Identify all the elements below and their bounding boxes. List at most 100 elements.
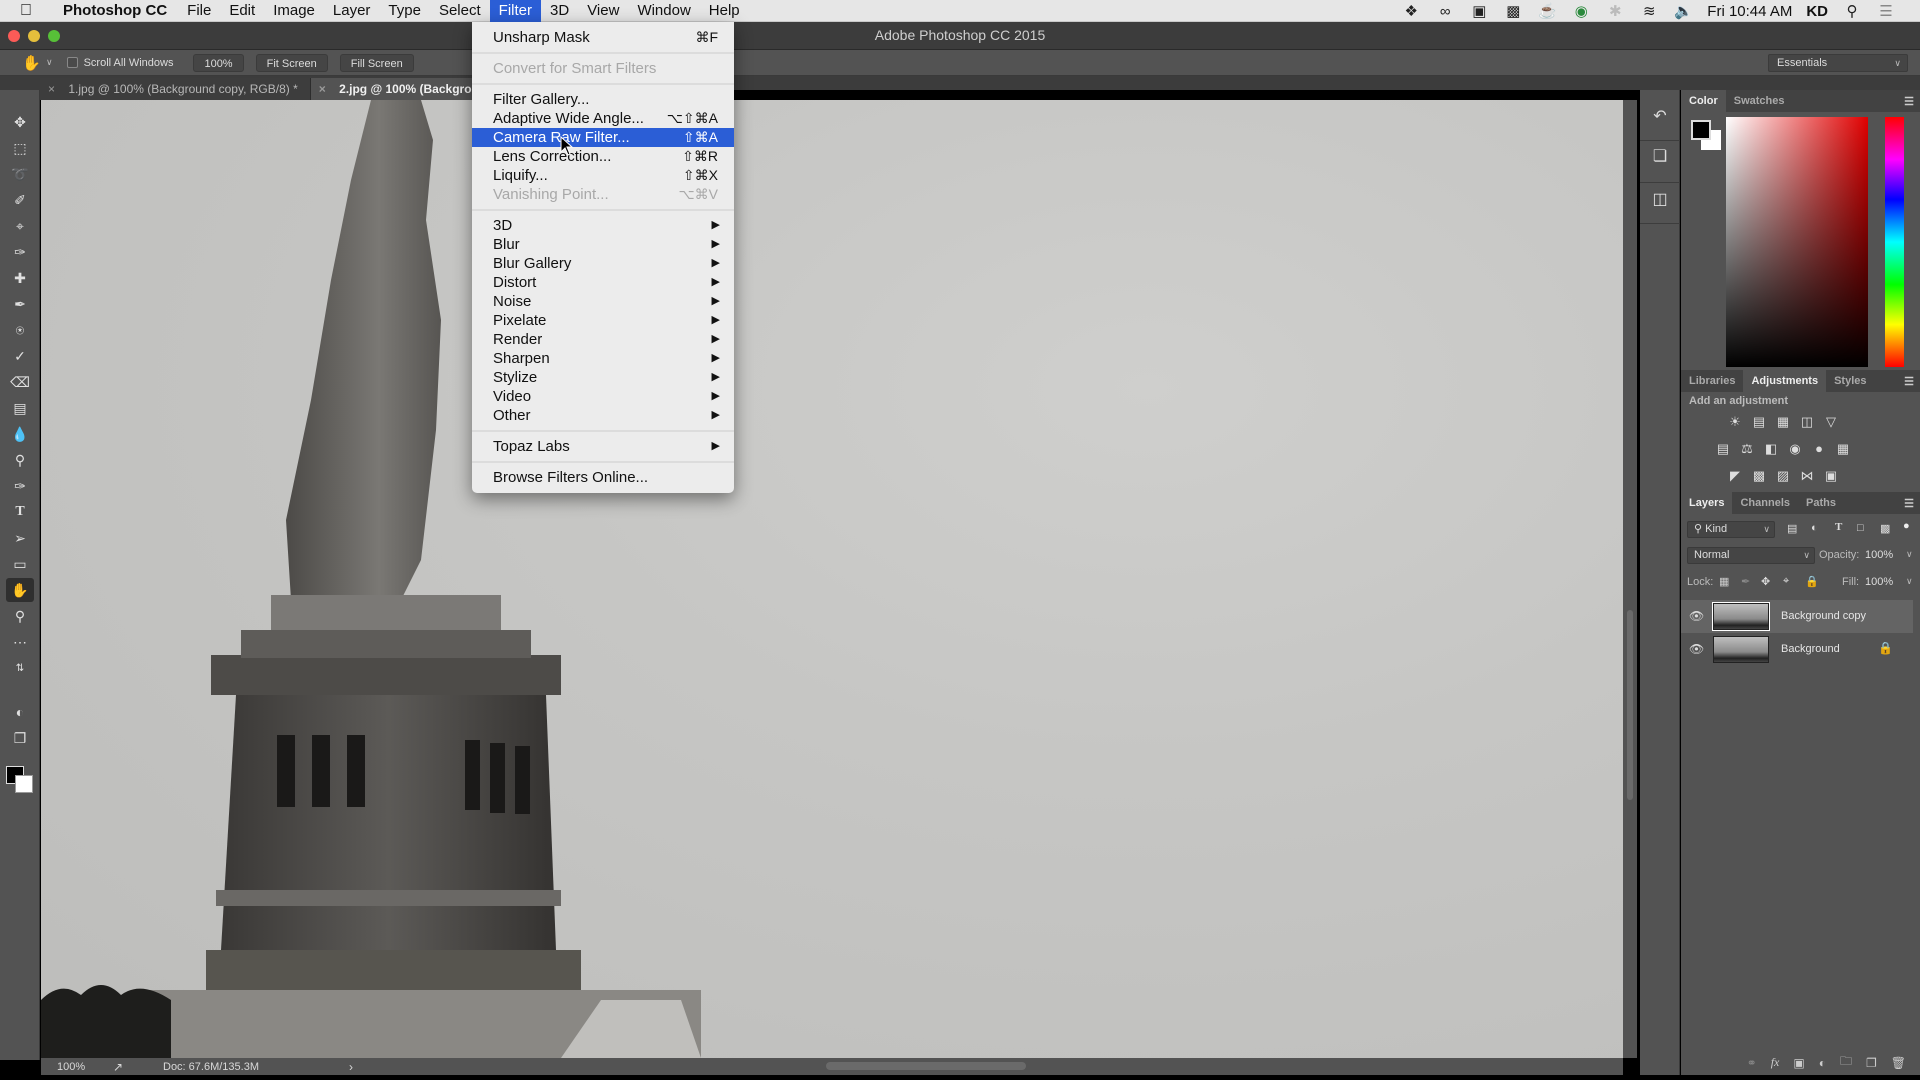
menu-app-name[interactable]: Photoshop CC	[54, 0, 176, 22]
fill-value[interactable]: 100%	[1865, 576, 1893, 588]
filter-smart-object-icon[interactable]: ▩	[1880, 522, 1890, 535]
eyedropper-tool-icon[interactable]: ✑	[6, 240, 34, 264]
lock-artboard-icon[interactable]: ⌖	[1783, 575, 1789, 588]
menu-item-3d[interactable]: 3D ▶	[472, 216, 734, 235]
healing-brush-tool-icon[interactable]: ✚	[6, 266, 34, 290]
menu-view[interactable]: View	[578, 0, 628, 22]
posterize-icon[interactable]: ▩	[1750, 467, 1768, 485]
marquee-tool-icon[interactable]: ⬚	[6, 136, 34, 160]
lock-image-icon[interactable]: ✒	[1741, 575, 1750, 588]
add-mask-icon[interactable]: ▣	[1793, 1056, 1804, 1070]
blend-mode-select[interactable]: Normal ∨	[1687, 547, 1815, 564]
path-selection-tool-icon[interactable]: ➢	[6, 526, 34, 550]
properties-panel-icon[interactable]: ◫	[1648, 188, 1672, 212]
menubar-user[interactable]: KD	[1806, 3, 1828, 20]
lasso-tool-icon[interactable]: ➰	[6, 162, 34, 186]
selective-color-icon[interactable]: ⋈	[1798, 467, 1816, 485]
close-tab-icon[interactable]: ×	[319, 82, 326, 96]
chevron-down-icon[interactable]: ∨	[1906, 576, 1913, 587]
menu-item-pixelate[interactable]: Pixelate ▶	[472, 311, 734, 330]
share-icon[interactable]: ↗	[113, 1060, 137, 1074]
menu-select[interactable]: Select	[430, 0, 490, 22]
menu-item-distort[interactable]: Distort ▶	[472, 273, 734, 292]
zoom-tool-icon[interactable]: ⚲	[6, 604, 34, 628]
lock-position-icon[interactable]: ✥	[1761, 575, 1770, 588]
panel-menu-icon[interactable]: ☰	[1904, 95, 1914, 108]
filter-adjustment-icon[interactable]: ◐	[1811, 522, 1818, 534]
3d-panel-icon[interactable]: ❏	[1648, 145, 1672, 169]
levels-icon[interactable]: ▤	[1750, 413, 1768, 431]
menu-window[interactable]: Window	[628, 0, 699, 22]
zoom-100-button[interactable]: 100%	[193, 53, 244, 72]
hand-tool-icon[interactable]: ✋	[6, 578, 34, 602]
status-menu-arrow-icon[interactable]: ›	[349, 1060, 353, 1074]
menubar-clock[interactable]: Fri 10:44 AM	[1707, 3, 1792, 20]
close-tab-icon[interactable]: ×	[48, 82, 55, 96]
menu-item-browse-filters-online[interactable]: Browse Filters Online...	[472, 468, 734, 487]
menu-item-blur-gallery[interactable]: Blur Gallery ▶	[472, 254, 734, 273]
tab-styles[interactable]: Styles	[1826, 370, 1874, 392]
group-folder-icon[interactable]: 🗀	[1840, 1052, 1852, 1073]
brush-tool-icon[interactable]: ✒	[6, 292, 34, 316]
pen-tool-icon[interactable]: ✑	[6, 474, 34, 498]
blur-tool-icon[interactable]: 💧	[6, 422, 34, 446]
hue-slider[interactable]	[1885, 117, 1904, 367]
vibrance-icon[interactable]: ▽	[1822, 413, 1840, 431]
menu-item-unsharp-mask[interactable]: Unsharp Mask ⌘F	[472, 28, 734, 47]
quick-selection-tool-icon[interactable]: ✐	[6, 188, 34, 212]
menu-item-blur[interactable]: Blur ▶	[472, 235, 734, 254]
zoom-level-field[interactable]: 100%	[57, 1061, 107, 1073]
swap-colors-icon[interactable]: ⇅	[6, 656, 34, 680]
apple-icon[interactable]: 	[20, 2, 40, 20]
creative-cloud-icon[interactable]: ∞	[1435, 3, 1455, 20]
gradient-map-icon[interactable]: ▣	[1822, 467, 1840, 485]
menu-item-camera-raw-filter[interactable]: Camera Raw Filter... ⇧⌘A	[472, 128, 734, 147]
menu-image[interactable]: Image	[264, 0, 324, 22]
menu-filter[interactable]: Filter	[489, 0, 541, 22]
panel-menu-icon[interactable]: ☰	[1904, 375, 1914, 388]
visibility-eye-icon[interactable]: 👁	[1689, 609, 1704, 623]
fx-icon[interactable]: fx	[1771, 1055, 1780, 1070]
tab-libraries[interactable]: Libraries	[1681, 370, 1743, 392]
visibility-eye-icon[interactable]: 👁	[1689, 642, 1704, 656]
type-tool-icon[interactable]: T	[6, 500, 34, 524]
layer-row-background-copy[interactable]: 👁 Background copy	[1681, 600, 1913, 633]
quick-mask-icon[interactable]: ◐	[6, 700, 34, 724]
menu-type[interactable]: Type	[379, 0, 430, 22]
wifi-icon[interactable]: ≋	[1639, 2, 1659, 20]
filter-pixel-icon[interactable]: ▤	[1787, 522, 1797, 535]
panel-menu-icon[interactable]: ☰	[1904, 497, 1914, 510]
invert-icon[interactable]: ◤	[1726, 467, 1744, 485]
menu-item-render[interactable]: Render ▶	[472, 330, 734, 349]
clone-stamp-tool-icon[interactable]: ⍟	[6, 318, 34, 342]
filter-shape-icon[interactable]: □	[1857, 522, 1864, 534]
lock-all-icon[interactable]: 🔒	[1805, 575, 1819, 588]
bluetooth-icon[interactable]: ✱	[1605, 2, 1625, 20]
gradient-tool-icon[interactable]: ▤	[6, 396, 34, 420]
menu-file[interactable]: File	[178, 0, 220, 22]
brightness-contrast-icon[interactable]: ☀	[1726, 413, 1744, 431]
rectangle-tool-icon[interactable]: ▭	[6, 552, 34, 576]
tab-swatches[interactable]: Swatches	[1726, 90, 1793, 112]
menu-item-topaz-labs[interactable]: Topaz Labs ▶	[472, 437, 734, 456]
menu-item-adaptive-wide-angle[interactable]: Adaptive Wide Angle... ⌥⇧⌘A	[472, 109, 734, 128]
fit-screen-button[interactable]: Fit Screen	[255, 53, 328, 72]
volume-icon[interactable]: 🔈	[1673, 2, 1693, 20]
layer-lock-icon[interactable]: 🔒	[1878, 641, 1893, 655]
notification-center-icon[interactable]: ☰	[1876, 2, 1896, 20]
menu-item-video[interactable]: Video ▶	[472, 387, 734, 406]
adjustment-layer-icon[interactable]: ◐	[1819, 1056, 1826, 1070]
screen-mode-icon[interactable]: ❐	[6, 726, 34, 750]
photo-filter-icon[interactable]: ◉	[1786, 440, 1804, 458]
menu-item-noise[interactable]: Noise ▶	[472, 292, 734, 311]
layer-row-background[interactable]: 👁 Background 🔒	[1681, 633, 1913, 666]
document-canvas[interactable]	[41, 100, 1623, 1058]
tab-document-2[interactable]: × 2.jpg @ 100% (Backgrou	[310, 78, 492, 100]
history-panel-icon[interactable]: ↶	[1648, 105, 1672, 129]
menu-help[interactable]: Help	[700, 0, 749, 22]
filter-toggle-icon[interactable]: ●	[1903, 520, 1910, 532]
menu-layer[interactable]: Layer	[324, 0, 380, 22]
color-picker-field[interactable]	[1726, 117, 1868, 367]
vertical-scrollbar-thumb[interactable]	[1627, 610, 1633, 800]
history-brush-tool-icon[interactable]: ✓	[6, 344, 34, 368]
